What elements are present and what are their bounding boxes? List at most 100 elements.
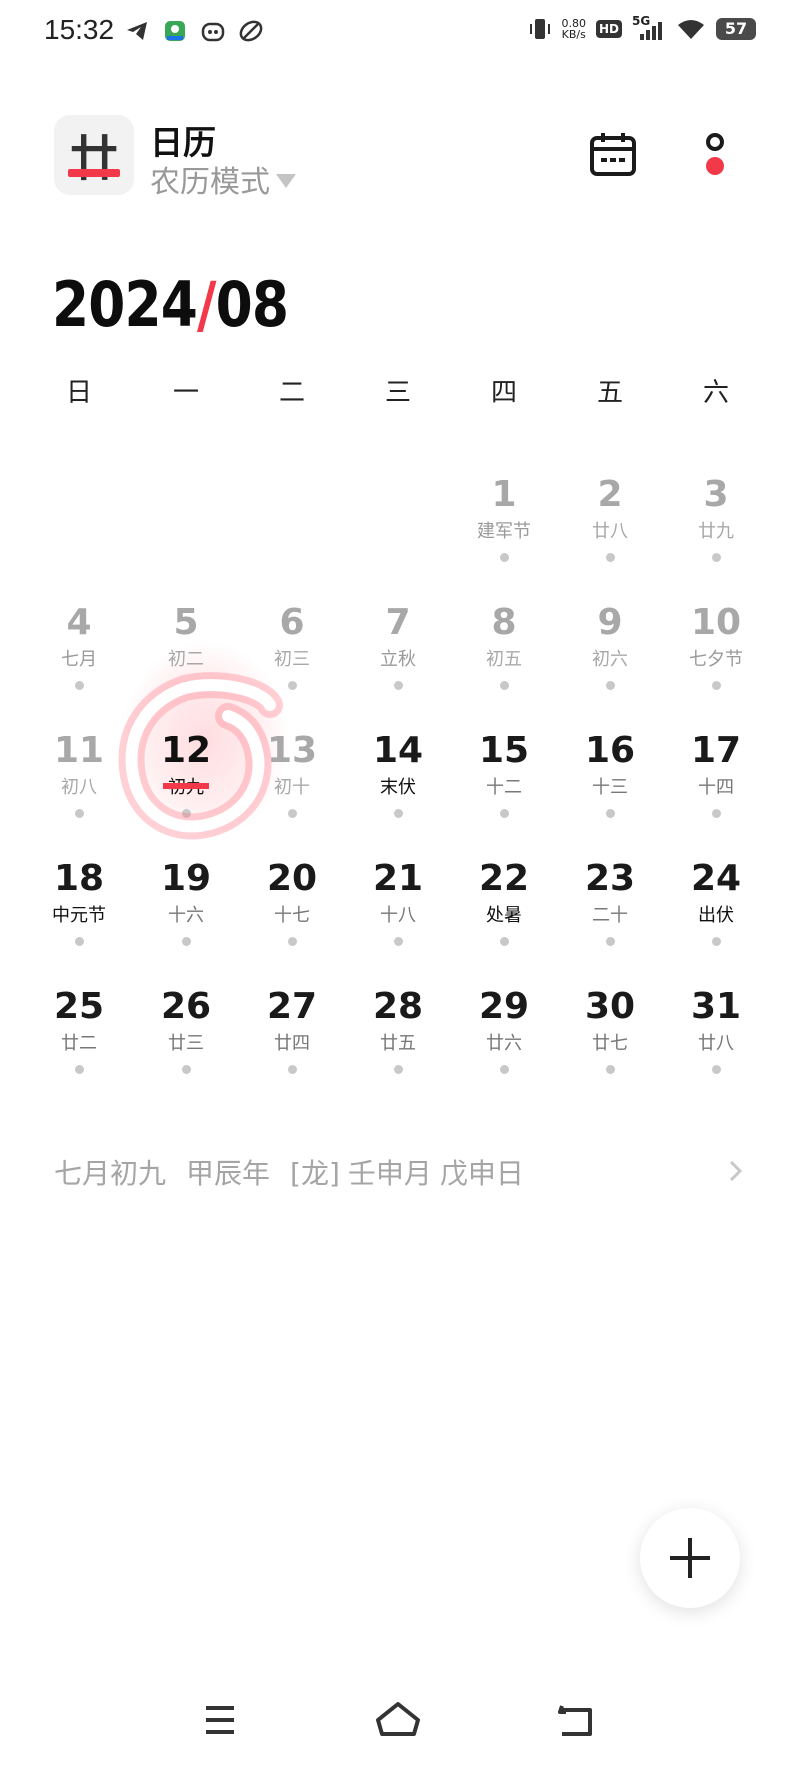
day-cell-16[interactable]: 16 十三 [557, 719, 663, 839]
caret-down-icon [276, 174, 296, 188]
calendar-mode-label: 农历模式 [150, 165, 270, 200]
day-cell-3[interactable]: 3 廿九 [663, 463, 769, 583]
day-number: 3 [703, 474, 729, 515]
calendar-today-button[interactable] [588, 130, 638, 180]
day-cell-23[interactable]: 23 二十 [557, 847, 663, 967]
day-cell-27[interactable]: 27 廿四 [239, 975, 345, 1095]
day-cell-2[interactable]: 2 廿八 [557, 463, 663, 583]
event-dot [711, 937, 721, 946]
day-cell-5[interactable]: 5 初二 [133, 591, 239, 711]
event-dot [605, 553, 615, 562]
day-cell-8[interactable]: 8 初五 [451, 591, 557, 711]
day-cell-10[interactable]: 10 七夕节 [663, 591, 769, 711]
day-lunar-label: 十四 [698, 777, 734, 798]
day-cell-26[interactable]: 26 廿三 [133, 975, 239, 1095]
day-number: 24 [690, 858, 742, 899]
day-cell-19[interactable]: 19 十六 [133, 847, 239, 967]
day-cell-25[interactable]: 25 廿二 [26, 975, 132, 1095]
day-cell-4[interactable]: 4 七月 [26, 591, 132, 711]
day-cell-18[interactable]: 18 中元节 [26, 847, 132, 967]
day-cell-6[interactable]: 6 初三 [239, 591, 345, 711]
day-lunar-label: 建军节 [477, 521, 531, 542]
day-number: 6 [279, 602, 305, 643]
calendar-mode-dropdown[interactable]: 农历模式 [150, 157, 296, 201]
day-cell-20[interactable]: 20 十七 [239, 847, 345, 967]
day-number: 10 [690, 602, 742, 643]
day-number: 1 [491, 474, 517, 515]
day-cell-7[interactable]: 7 立秋 [345, 591, 451, 711]
day-lunar-label: 廿八 [592, 521, 628, 542]
event-dot [605, 937, 615, 946]
day-lunar-label: 十二 [486, 777, 522, 798]
day-number: 26 [160, 986, 212, 1027]
day-cell-13[interactable]: 13 初十 [239, 719, 345, 839]
day-lunar-label: 十八 [380, 905, 416, 926]
day-number: 8 [491, 602, 517, 643]
day-cell-15[interactable]: 15 十二 [451, 719, 557, 839]
day-lunar-label: 初二 [168, 649, 204, 670]
day-lunar-label: 中元节 [52, 905, 106, 926]
day-lunar-label: 廿五 [380, 1033, 416, 1054]
event-dot [181, 1065, 191, 1074]
day-cell-1[interactable]: 1 建军节 [451, 463, 557, 583]
day-cell-9[interactable]: 9 初六 [557, 591, 663, 711]
home-nav-button[interactable] [368, 1690, 428, 1750]
hd-badge: HD [595, 20, 622, 38]
plus-icon [670, 1538, 710, 1578]
back-nav-button[interactable] [546, 1690, 606, 1750]
day-lunar-label: 七夕节 [689, 649, 743, 670]
day-cell-30[interactable]: 30 廿七 [557, 975, 663, 1095]
chevron-right-icon[interactable] [726, 1156, 746, 1186]
day-cell-29[interactable]: 29 廿六 [451, 975, 557, 1095]
day-cell-21[interactable]: 21 十八 [345, 847, 451, 967]
day-cell-22[interactable]: 22 处暑 [451, 847, 557, 967]
weekday-label: 二 [278, 378, 305, 408]
event-dot [605, 681, 615, 690]
weekday-label: 六 [702, 378, 729, 408]
weekday-label: 五 [596, 378, 623, 408]
menu-nav-button[interactable] [190, 1690, 250, 1750]
event-dot [74, 809, 84, 818]
weekday-label: 三 [384, 378, 411, 408]
day-cell-24[interactable]: 24 出伏 [663, 847, 769, 967]
day-cell-31[interactable]: 31 廿八 [663, 975, 769, 1095]
day-lunar-label: 处暑 [486, 905, 522, 926]
day-number: 23 [584, 858, 636, 899]
lunar-info-row[interactable]: 七月初九 甲辰年 [龙] 壬申月 戊申日 [54, 1152, 544, 1192]
weekday-label: 一 [172, 378, 199, 408]
day-number: 28 [372, 986, 424, 1027]
day-lunar-label: 十六 [168, 905, 204, 926]
day-number: 31 [690, 986, 742, 1027]
day-cell-17[interactable]: 17 十四 [663, 719, 769, 839]
day-cell-12[interactable]: 12初九 [133, 719, 239, 839]
event-dot [605, 809, 615, 818]
signal-5g-icon: 5G [632, 14, 666, 42]
weekday-header: 日一二三四五六 [0, 372, 800, 412]
event-dot [287, 937, 297, 946]
day-number: 11 [53, 730, 105, 771]
event-dot [499, 553, 509, 562]
event-dot [181, 681, 191, 690]
calendar-screen: 15:32 0.80 KB/s HD 5G 57 廿 日历 农历模式 2024/… [0, 0, 800, 1778]
event-dot [605, 1065, 615, 1074]
day-lunar-label: 七月 [61, 649, 97, 670]
event-dot [499, 1065, 509, 1074]
day-number: 20 [266, 858, 318, 899]
event-dot [287, 1065, 297, 1074]
day-cell-14[interactable]: 14 末伏 [345, 719, 451, 839]
app-logo: 廿 [54, 115, 134, 195]
more-menu-button[interactable] [700, 130, 730, 180]
event-dot [393, 809, 403, 818]
day-number: 4 [66, 602, 92, 643]
day-lunar-label: 十三 [592, 777, 628, 798]
day-number: 5 [173, 602, 199, 643]
day-cell-28[interactable]: 28 廿五 [345, 975, 451, 1095]
event-dot [287, 809, 297, 818]
add-event-button[interactable] [640, 1508, 740, 1608]
event-dot [711, 1065, 721, 1074]
lunar-date: 七月初九 [54, 1157, 167, 1190]
app-notification-icon [165, 21, 185, 41]
day-cell-11[interactable]: 11 初八 [26, 719, 132, 839]
day-number: 30 [584, 986, 636, 1027]
event-dot [499, 937, 509, 946]
